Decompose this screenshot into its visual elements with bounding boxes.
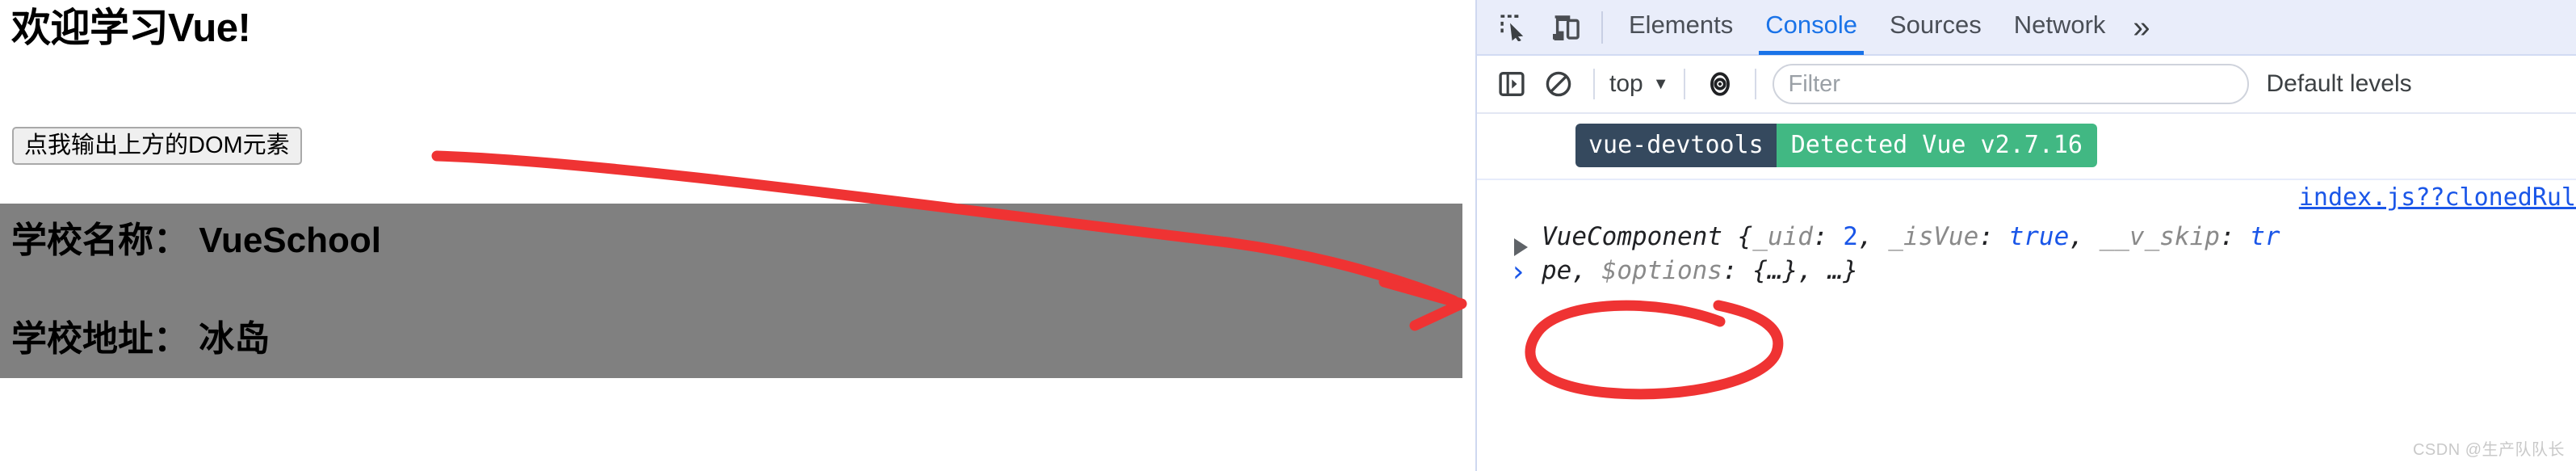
object-line2-suffix: : {…}, …}: [1722, 255, 1858, 285]
object-key-options: $options: [1601, 255, 1722, 285]
object-value-isvue: true: [2008, 222, 2070, 251]
page-title: 欢迎学习Vue!: [11, 6, 251, 50]
browser-page-viewport: 欢迎学习Vue! 点我输出上方的DOM元素 学校名称： VueSchool 学校…: [0, 0, 1475, 471]
vue-devtools-badge-value: Detected Vue v2.7.16: [1776, 124, 2097, 167]
object-open-brace: {: [1722, 222, 1753, 251]
console-message-vue-devtools: vue-devtools Detected Vue v2.7.16: [1477, 114, 2576, 180]
object-line2-prefix: pe,: [1542, 255, 1602, 285]
object-value-vskip: tr: [2250, 222, 2280, 251]
chevron-down-icon: ▼: [1652, 75, 1669, 93]
school-name-text: 学校名称： VueSchool: [11, 221, 381, 260]
object-comma-1: ,: [1857, 222, 1889, 251]
school-info-box: 学校名称： VueSchool 学校地址： 冰岛: [0, 204, 1462, 378]
console-input-prompt[interactable]: ›: [1509, 258, 1527, 287]
toolbar-divider-1: [1593, 69, 1595, 99]
execution-context-selector[interactable]: top ▼: [1606, 70, 1672, 98]
expand-object-triangle-icon[interactable]: [1514, 238, 1528, 256]
object-key-vskip: __v_skip: [2099, 222, 2220, 251]
devtools-tabbar: Elements Console Sources Network »: [1477, 0, 2576, 56]
toolbar-divider-3: [1754, 69, 1756, 99]
more-tabs-chevron-icon[interactable]: »: [2121, 3, 2154, 52]
console-message-vuecomponent[interactable]: index.js??clonedRul VueComponent {_uid : …: [1477, 180, 2576, 300]
console-source-link[interactable]: index.js??clonedRul: [2299, 183, 2576, 212]
object-value-uid: 2: [1843, 222, 1858, 251]
log-levels-selector[interactable]: Default levels: [2267, 70, 2576, 98]
object-key-isvue: _isVue: [1888, 222, 1979, 251]
tabbar-divider: [1601, 11, 1603, 44]
console-message-list[interactable]: vue-devtools Detected Vue v2.7.16 index.…: [1477, 114, 2576, 471]
device-toolbar-icon[interactable]: [1542, 5, 1592, 50]
devtools-panel: Elements Console Sources Network » top ▼…: [1475, 0, 2576, 471]
tab-console[interactable]: Console: [1749, 0, 1873, 55]
execution-context-label: top: [1609, 70, 1643, 97]
tab-sources[interactable]: Sources: [1873, 0, 1998, 55]
object-comma-2: ,: [2069, 222, 2100, 251]
object-sep-1: :: [1812, 222, 1844, 251]
console-toolbar: top ▼ Default levels: [1477, 56, 2576, 114]
vue-devtools-badge: vue-devtools Detected Vue v2.7.16: [1575, 124, 2097, 167]
csdn-watermark: CSDN @生产队队长: [2412, 441, 2565, 459]
output-dom-button[interactable]: 点我输出上方的DOM元素: [12, 127, 302, 165]
vue-devtools-badge-label: vue-devtools: [1575, 124, 1777, 167]
live-expression-eye-icon[interactable]: [1697, 62, 1743, 106]
tab-network[interactable]: Network: [1998, 0, 2122, 55]
toolbar-divider-2: [1683, 69, 1685, 99]
school-address-text: 学校地址： 冰岛: [11, 319, 271, 359]
object-key-uid: _uid: [1752, 222, 1813, 251]
console-filter-input[interactable]: [1772, 64, 2249, 104]
clear-console-icon[interactable]: [1535, 62, 1582, 106]
screenshot-root: 欢迎学习Vue! 点我输出上方的DOM元素 学校名称： VueSchool 学校…: [0, 0, 2576, 471]
tab-elements[interactable]: Elements: [1613, 0, 1749, 55]
object-sep-3: :: [2219, 222, 2251, 251]
object-constructor-name: VueComponent: [1542, 222, 1722, 251]
object-sep-2: :: [1978, 222, 2009, 251]
inspect-element-icon[interactable]: [1488, 5, 1538, 50]
console-sidebar-icon[interactable]: [1488, 62, 1535, 106]
